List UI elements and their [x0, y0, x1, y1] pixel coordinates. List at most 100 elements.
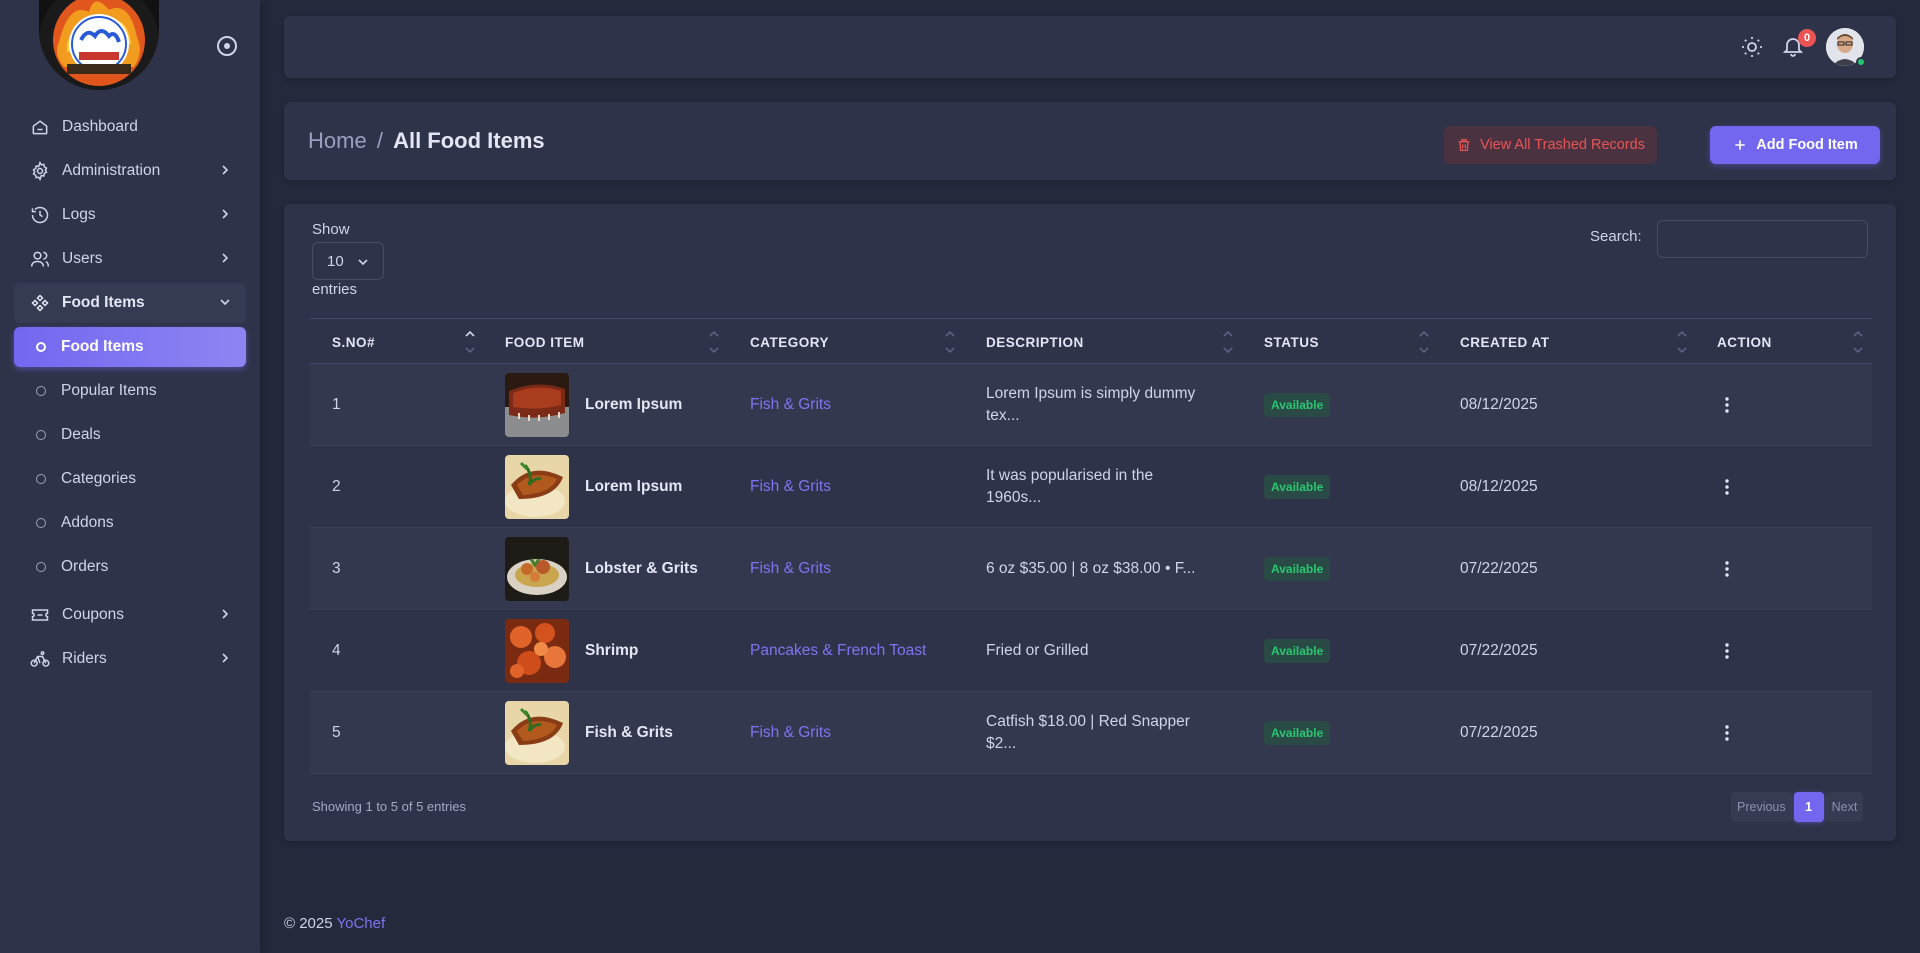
food-thumbnail-shrimp: [505, 619, 569, 683]
sort-icon[interactable]: [1676, 329, 1688, 355]
created-at: 07/22/2025: [1460, 724, 1538, 741]
bike-icon: [30, 649, 50, 669]
sidebar-item-label: Food Items: [62, 294, 145, 311]
kebab-menu-icon[interactable]: [1717, 395, 1737, 415]
column-header-food-item[interactable]: FOOD ITEM: [505, 319, 585, 365]
sidebar-item-coupons[interactable]: Coupons: [14, 595, 246, 635]
food-thumbnail-fish: [505, 455, 569, 519]
add-food-item-button[interactable]: Add Food Item: [1710, 126, 1880, 164]
column-header-sno[interactable]: S.NO#: [332, 319, 375, 365]
gear-icon: [30, 161, 50, 181]
row-sno: 1: [332, 396, 341, 413]
sidebar-subitem-popular-items[interactable]: Popular Items: [14, 371, 246, 411]
page-length-select[interactable]: 10: [312, 242, 384, 280]
circle-icon: [36, 562, 46, 572]
food-item-cell: Shrimp: [505, 610, 638, 692]
table-header: S.NO# FOOD ITEM CATEGORY DESCRIPTION STA…: [310, 318, 1872, 364]
sort-icon[interactable]: [708, 329, 720, 355]
sidebar-subitem-food-items[interactable]: Food Items: [14, 327, 246, 367]
sort-icon[interactable]: [1222, 329, 1234, 355]
column-header-description[interactable]: DESCRIPTION: [986, 319, 1084, 365]
sidebar-item-riders[interactable]: Riders: [14, 639, 246, 679]
sidebar-item-logs[interactable]: Logs: [14, 195, 246, 235]
category-link[interactable]: Pancakes & French Toast: [750, 642, 926, 660]
column-header-category[interactable]: CATEGORY: [750, 319, 829, 365]
sidebar-item-dashboard[interactable]: Dashboard: [14, 107, 246, 147]
description-text: It was popularised in the 1960s...: [986, 467, 1154, 506]
category-link[interactable]: Fish & Grits: [750, 560, 831, 578]
pagination-page[interactable]: 1: [1793, 792, 1824, 822]
trash-button-label: View All Trashed Records: [1480, 137, 1645, 153]
breadcrumb-home[interactable]: Home: [308, 128, 367, 153]
food-items-table-card: Show 10 entries Search: S.NO# FOOD ITEM …: [284, 204, 1896, 841]
created-at: 07/22/2025: [1460, 560, 1538, 577]
sort-icon[interactable]: [1852, 329, 1864, 355]
sidebar-subitem-label: Popular Items: [61, 382, 157, 399]
ticket-icon: [30, 605, 50, 625]
pagination: Previous 1 Next: [1731, 792, 1864, 822]
sidebar-item-label: Logs: [62, 206, 96, 223]
table-row: 3 Lobster & Grits Fish & Grits 6 oz $35.…: [310, 528, 1872, 610]
sidebar-toggle-button[interactable]: [217, 36, 237, 56]
search-label: Search:: [1590, 228, 1642, 245]
sidebar-subitem-label: Orders: [61, 558, 109, 575]
history-icon: [30, 205, 50, 225]
row-sno: 3: [332, 560, 341, 577]
sidebar-item-food-items[interactable]: Food Items: [14, 283, 246, 323]
category-link[interactable]: Fish & Grits: [750, 724, 831, 742]
chevron-right-icon: [222, 165, 229, 175]
search-input[interactable]: [1657, 220, 1868, 258]
pagination-previous[interactable]: Previous: [1731, 792, 1792, 822]
food-item-cell: Lorem Ipsum: [505, 446, 682, 528]
entries-label: entries: [312, 281, 358, 298]
sort-icon[interactable]: [1418, 329, 1430, 355]
food-name: Lorem Ipsum: [585, 478, 683, 495]
food-items-table: S.NO# FOOD ITEM CATEGORY DESCRIPTION STA…: [310, 318, 1872, 774]
description-text: Lorem Ipsum is simply dummy tex...: [986, 385, 1196, 424]
created-at: 08/12/2025: [1460, 396, 1538, 413]
footer: © 2025 YoChef: [284, 915, 385, 932]
sort-icon[interactable]: [944, 329, 956, 355]
row-sno: 4: [332, 642, 341, 659]
row-sno: 2: [332, 478, 341, 495]
status-badge: Available: [1264, 393, 1331, 417]
yochef-logo[interactable]: [39, 0, 159, 90]
food-name: Shrimp: [585, 642, 639, 659]
sidebar-subitem-label: Categories: [61, 470, 136, 487]
food-item-cell: Lobster & Grits: [505, 528, 698, 610]
food-name: Fish & Grits: [585, 724, 673, 741]
food-name: Lobster & Grits: [585, 560, 698, 577]
trash-icon: [1458, 139, 1470, 151]
sidebar-item-label: Users: [62, 250, 103, 267]
column-header-status[interactable]: STATUS: [1264, 319, 1319, 365]
sidebar-subitem-deals[interactable]: Deals: [14, 415, 246, 455]
table-row: 4 Shrimp Pancakes & French Toast Fried o…: [310, 610, 1872, 692]
users-icon: [30, 249, 50, 269]
column-header-created-at[interactable]: CREATED AT: [1460, 319, 1550, 365]
view-trashed-records-button[interactable]: View All Trashed Records: [1444, 126, 1657, 164]
pagination-next[interactable]: Next: [1825, 792, 1864, 822]
category-link[interactable]: Fish & Grits: [750, 396, 831, 414]
brand-link[interactable]: YoChef: [337, 915, 386, 932]
category-link[interactable]: Fish & Grits: [750, 478, 831, 496]
kebab-menu-icon[interactable]: [1717, 477, 1737, 497]
sidebar-subitem-categories[interactable]: Categories: [14, 459, 246, 499]
add-button-label: Add Food Item: [1756, 137, 1858, 153]
food-thumbnail-fish: [505, 701, 569, 765]
table-row: 5 Fish & Grits Fish & Grits Catfish $18.…: [310, 692, 1872, 774]
sun-icon[interactable]: [1740, 35, 1764, 59]
sidebar-subitem-orders[interactable]: Orders: [14, 547, 246, 587]
kebab-menu-icon[interactable]: [1717, 641, 1737, 661]
kebab-menu-icon[interactable]: [1717, 723, 1737, 743]
sidebar-item-users[interactable]: Users: [14, 239, 246, 279]
chevron-right-icon: [222, 209, 229, 219]
kebab-menu-icon[interactable]: [1717, 559, 1737, 579]
sidebar-subitem-label: Addons: [61, 514, 114, 531]
sidebar-subitem-label: Food Items: [61, 338, 144, 355]
sidebar-item-administration[interactable]: Administration: [14, 151, 246, 191]
sort-asc-icon[interactable]: [464, 329, 476, 355]
circle-icon: [36, 342, 46, 352]
status-badge: Available: [1264, 475, 1331, 499]
status-badge: Available: [1264, 639, 1331, 663]
sidebar-subitem-addons[interactable]: Addons: [14, 503, 246, 543]
